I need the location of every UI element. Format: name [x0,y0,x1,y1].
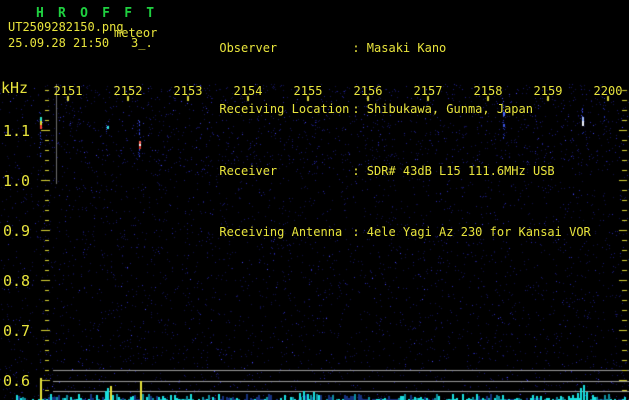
info-value: : Shibukawa, Gunma, Japan [352,102,533,117]
freq-axis-label: 1.0 [3,172,31,190]
info-value: : SDR# 43dB L15 111.6MHz USB [352,163,555,178]
info-row-receiver: Receiver : SDR# 43dB L15 111.6MHz USB [176,153,591,190]
time-axis-label: 2152 [113,84,143,98]
freq-axis-label: 0.6 [3,372,31,390]
time-axis-label: 2158 [473,84,503,98]
time-axis-label: 2156 [353,84,383,98]
station-info: Observer : Masaki Kano Receiving Location… [176,5,591,276]
freq-axis-label: 0.8 [3,272,31,290]
freq-axis-label: 0.7 [3,322,31,340]
time-axis-label: 2153 [173,84,203,98]
app-title: H R O F F T [36,6,158,21]
info-label: Observer [219,40,278,55]
datetime-label: 25.09.28 21:50 [8,36,110,50]
time-axis-label: 2151 [53,84,83,98]
hrofft-screen: H R O F F T UT2509282150.png meteor 25.0… [0,0,629,400]
freq-axis-label: 1.1 [3,122,31,140]
time-axis-label: 2157 [413,84,443,98]
filename-label: UT2509282150.png [8,20,124,34]
time-axis-label: 2155 [293,84,323,98]
info-label: Receiving Antenna [219,225,343,240]
info-value: : Masaki Kano [352,40,447,55]
info-row-observer: Observer : Masaki Kano [176,30,591,67]
info-value: : 4ele Yagi Az 230 for Kansai VOR [352,225,591,240]
info-row-antenna: Receiving Antenna : 4ele Yagi Az 230 for … [176,214,591,251]
freq-axis-label: 0.9 [3,222,31,240]
time-axis-label: 2154 [233,84,263,98]
info-label: Receiving Location [219,102,350,117]
info-label: Receiver [219,163,278,178]
freq-unit-label: kHz [1,79,29,97]
time-axis-label: 2159 [533,84,563,98]
time-axis-label: 2200 [593,84,623,98]
counter-label: 3_. [131,36,153,50]
